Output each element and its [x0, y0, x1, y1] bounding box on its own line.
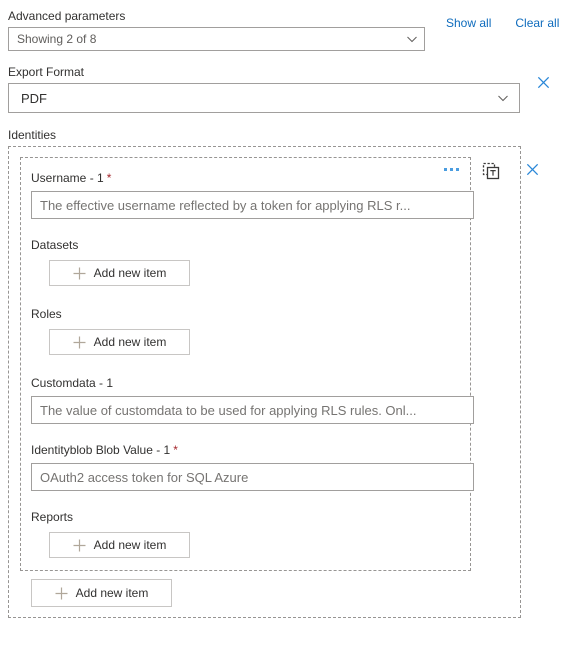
roles-add-new-item-button[interactable]: Add new item	[49, 329, 190, 355]
remove-identity-button[interactable]	[519, 157, 545, 180]
advanced-parameters-dropdown[interactable]: Showing 2 of 8	[8, 27, 425, 51]
identityblob-input[interactable]: OAuth2 access token for SQL Azure	[31, 463, 474, 491]
username-placeholder: The effective username reflected by a to…	[40, 197, 411, 213]
remove-export-format-button[interactable]	[530, 67, 556, 97]
form-top-area: Advanced parameters Showing 2 of 8 Show …	[0, 0, 577, 618]
identities-add-new-item-button[interactable]: Add new item	[31, 579, 172, 607]
datasets-add-label: Add new item	[93, 266, 167, 280]
reports-add-new-item-button[interactable]: Add new item	[49, 532, 190, 558]
datasets-field: Datasets Add new item	[31, 237, 460, 286]
identity-item-tools	[471, 157, 511, 181]
username-field: Username - 1 * The effective username ref…	[31, 170, 474, 219]
customdata-field: Customdata - 1 The value of customdata t…	[31, 375, 474, 424]
plus-icon	[73, 267, 86, 280]
reports-add-label: Add new item	[93, 538, 167, 552]
identity-item-row: Username - 1 * The effective username ref…	[20, 157, 538, 571]
reports-label: Reports	[31, 510, 74, 524]
chevron-down-icon	[406, 33, 418, 45]
identityblob-label: Identityblob Blob Value - 1 *	[31, 442, 460, 458]
identity-item-card: Username - 1 * The effective username ref…	[20, 157, 474, 571]
advanced-parameters-row: Advanced parameters Showing 2 of 8 Show …	[8, 8, 577, 51]
export-format-label: Export Format	[8, 65, 85, 79]
required-asterisk: *	[173, 443, 178, 457]
datasets-add-new-item-button[interactable]: Add new item	[49, 260, 190, 286]
username-label-text: Username - 1	[31, 171, 104, 185]
advanced-parameters-label: Advanced parameters	[8, 9, 126, 23]
chevron-down-icon	[497, 92, 509, 104]
ellipsis-dot	[456, 168, 459, 171]
advanced-parameters-value: Showing 2 of 8	[17, 32, 97, 46]
close-icon	[525, 162, 540, 180]
clear-all-link[interactable]: Clear all	[515, 16, 559, 30]
ellipsis-dot	[444, 168, 447, 171]
ellipsis-icon[interactable]	[442, 164, 461, 175]
identities-add-label: Add new item	[75, 586, 149, 600]
roles-label: Roles	[31, 307, 62, 321]
show-all-link[interactable]: Show all	[446, 16, 491, 30]
customdata-input[interactable]: The value of customdata to be used for a…	[31, 396, 474, 424]
plus-icon	[73, 539, 86, 552]
ellipsis-dot	[450, 168, 453, 171]
close-icon	[536, 75, 551, 90]
identityblob-field: Identityblob Blob Value - 1 * OAuth2 acce…	[31, 442, 474, 491]
username-input[interactable]: The effective username reflected by a to…	[31, 191, 474, 219]
export-format-dropdown[interactable]: PDF	[8, 83, 520, 113]
identityblob-placeholder: OAuth2 access token for SQL Azure	[40, 469, 249, 485]
advanced-parameters-links: Show all Clear all	[425, 11, 559, 35]
identities-label: Identities	[8, 128, 57, 142]
roles-add-label: Add new item	[93, 335, 167, 349]
customdata-placeholder: The value of customdata to be used for a…	[40, 402, 417, 418]
required-asterisk: *	[106, 171, 112, 185]
plus-icon	[55, 587, 68, 600]
roles-field: Roles Add new item	[31, 306, 460, 355]
export-format-field: Export Format PDF	[8, 64, 520, 113]
export-format-value: PDF	[21, 90, 47, 106]
identities-section: Username - 1 * The effective username ref…	[8, 146, 577, 618]
customdata-label: Customdata - 1	[31, 376, 114, 390]
advanced-parameters-field: Advanced parameters Showing 2 of 8	[8, 8, 425, 51]
username-label: Username - 1 *	[31, 170, 460, 186]
reports-field: Reports Add new item	[31, 509, 460, 558]
identityblob-label-text: Identityblob Blob Value - 1	[31, 443, 171, 457]
datasets-label: Datasets	[31, 238, 79, 252]
plus-icon	[73, 336, 86, 349]
export-format-row: Export Format PDF	[8, 64, 577, 113]
identities-array-container: Username - 1 * The effective username ref…	[8, 146, 538, 618]
text-mode-icon[interactable]	[481, 161, 501, 181]
